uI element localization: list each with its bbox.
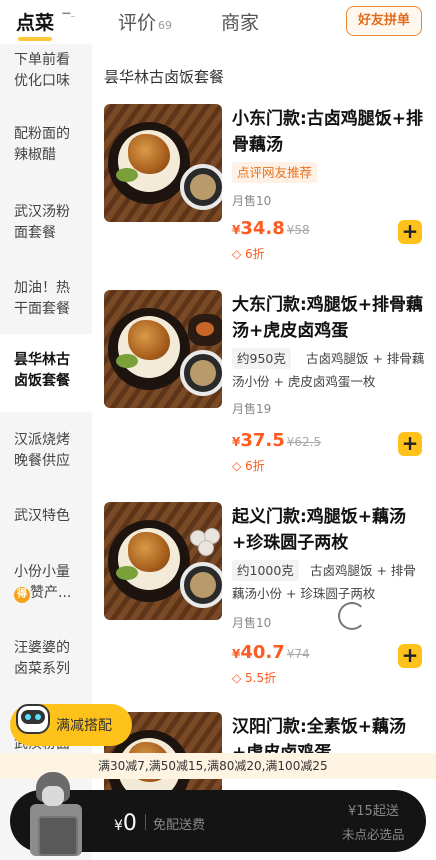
sidebar-item-hot-dry-noodles[interactable]: 加油！热干面套餐 bbox=[0, 278, 92, 320]
sidebar-item-bbq-dinner[interactable]: 汉派烧烤晚餐供应 bbox=[0, 430, 92, 472]
minimum-order: ¥15起送 bbox=[348, 804, 399, 819]
robot-mascot-icon bbox=[12, 700, 54, 746]
dish-description: 古卤鸡腿饭 + 排骨藕汤小份 + 虎皮卤鸡蛋一枚 bbox=[232, 351, 425, 389]
sidebar-item-wuhan-specialty[interactable]: 武汉特色 bbox=[0, 506, 92, 527]
original-price: ¥74 bbox=[286, 647, 310, 661]
dish-description: 古卤鸡腿饭 + 排骨藕汤小份 + 珍珠圆子两枚 bbox=[232, 563, 416, 601]
sidebar-badge: 得 bbox=[14, 587, 30, 603]
reviews-count: 69 bbox=[158, 19, 173, 32]
sidebar-item-small-portion[interactable]: 小份小量 得赞产... bbox=[0, 562, 92, 604]
discount-badge: ◇ 6折 bbox=[232, 457, 265, 474]
sidebar-item-small-portion-label: 小份小量 bbox=[14, 564, 70, 580]
monthly-sales: 月售10 bbox=[232, 616, 272, 630]
discount-tag-icon: ◇ bbox=[232, 459, 246, 473]
original-price: ¥62.5 bbox=[286, 435, 322, 449]
delivery-fee: 免配送费 bbox=[153, 818, 206, 833]
menu-content[interactable]: 昙华林古卤饭套餐 小东门款:古卤鸡腿饭+排骨藕汤 点评网友推荐 月售10 ¥34… bbox=[92, 44, 436, 860]
discount-tag-icon: ◇ bbox=[232, 671, 246, 685]
cart-currency: ¥ bbox=[114, 818, 123, 834]
menu-page: 点菜 ▔⁻ 评价 69 商家 好友拼单 下单前看优化口味 配粉面的辣椒醋 武汉汤粉… bbox=[0, 0, 436, 860]
top-tab-bar: 点菜 ▔⁻ 评价 69 商家 好友拼单 bbox=[0, 0, 436, 44]
add-to-cart-button[interactable]: + bbox=[398, 644, 422, 668]
discount-badge: ◇ 5.5折 bbox=[232, 669, 276, 686]
cart-divider bbox=[145, 814, 146, 830]
dish-name: 起义门款:鸡腿饭+藕汤+珍珠圆子两枚 bbox=[232, 507, 407, 553]
sidebar-item-chili-vinegar[interactable]: 配粉面的辣椒醋 bbox=[0, 124, 92, 166]
sidebar-item-small-portion-sub: 赞产... bbox=[30, 585, 72, 601]
discount-tag-icon: ◇ bbox=[232, 247, 246, 261]
dish-photo[interactable] bbox=[104, 502, 222, 620]
discount-combo-label: 满减搭配 bbox=[56, 718, 112, 734]
add-to-cart-button[interactable]: + bbox=[398, 220, 422, 244]
dish-name: 小东门款:古卤鸡腿饭+排骨藕汤 bbox=[232, 109, 424, 155]
sidebar-item-taste-notice[interactable]: 下单前看优化口味 bbox=[0, 50, 92, 92]
delivery-courier-icon[interactable] bbox=[24, 768, 94, 860]
dish-name: 大东门款:鸡腿饭+排骨藕汤+虎皮卤鸡蛋 bbox=[232, 295, 424, 341]
discount-badge: ◇ 6折 bbox=[232, 245, 265, 262]
add-to-cart-button[interactable]: + bbox=[398, 432, 422, 456]
price: ¥37.5 ¥62.5 bbox=[232, 430, 321, 451]
monthly-sales: 月售10 bbox=[232, 194, 272, 208]
price-value: 37.5 bbox=[240, 430, 285, 451]
monthly-sales: 月售19 bbox=[232, 402, 272, 416]
loading-spinner-icon bbox=[338, 602, 366, 630]
price-value: 40.7 bbox=[240, 642, 285, 663]
sidebar-item-braised-dishes[interactable]: 汪婆婆的卤菜系列 bbox=[0, 638, 92, 680]
sort-icon[interactable]: ▔⁻ bbox=[62, 13, 76, 27]
recommend-tag: 点评网友推荐 bbox=[232, 162, 318, 183]
tab-reviews[interactable]: 评价 69 bbox=[118, 8, 172, 35]
required-item-notice[interactable]: 未点必选品 bbox=[342, 824, 405, 843]
dish-photo[interactable] bbox=[104, 104, 222, 222]
active-tab-indicator bbox=[18, 37, 52, 41]
discount-label: 6折 bbox=[245, 247, 265, 261]
discount-label: 6折 bbox=[245, 459, 265, 473]
dish-photo[interactable] bbox=[104, 290, 222, 408]
cart-amount-value: 0 bbox=[122, 811, 137, 836]
section-title: 昙华林古卤饭套餐 bbox=[104, 68, 225, 86]
discount-label: 5.5折 bbox=[245, 671, 277, 685]
sidebar-item-braised-rice[interactable]: 昙华林古卤饭套餐 bbox=[0, 334, 92, 412]
tab-merchant[interactable]: 商家 bbox=[221, 8, 259, 35]
tab-reviews-label: 评价 bbox=[118, 12, 157, 34]
group-order-button[interactable]: 好友拼单 bbox=[346, 6, 422, 36]
original-price: ¥58 bbox=[286, 223, 310, 237]
discount-combo-button[interactable]: 满减搭配 bbox=[10, 704, 132, 746]
sidebar-item-wuhan-soup-noodles[interactable]: 武汉汤粉面套餐 bbox=[0, 202, 92, 244]
price: ¥40.7 ¥74 bbox=[232, 642, 310, 663]
cart-total: ¥0 bbox=[114, 811, 137, 836]
tab-order[interactable]: 点菜 bbox=[16, 8, 54, 35]
price-value: 34.8 bbox=[240, 218, 285, 239]
price: ¥34.8 ¥58 bbox=[232, 218, 310, 239]
